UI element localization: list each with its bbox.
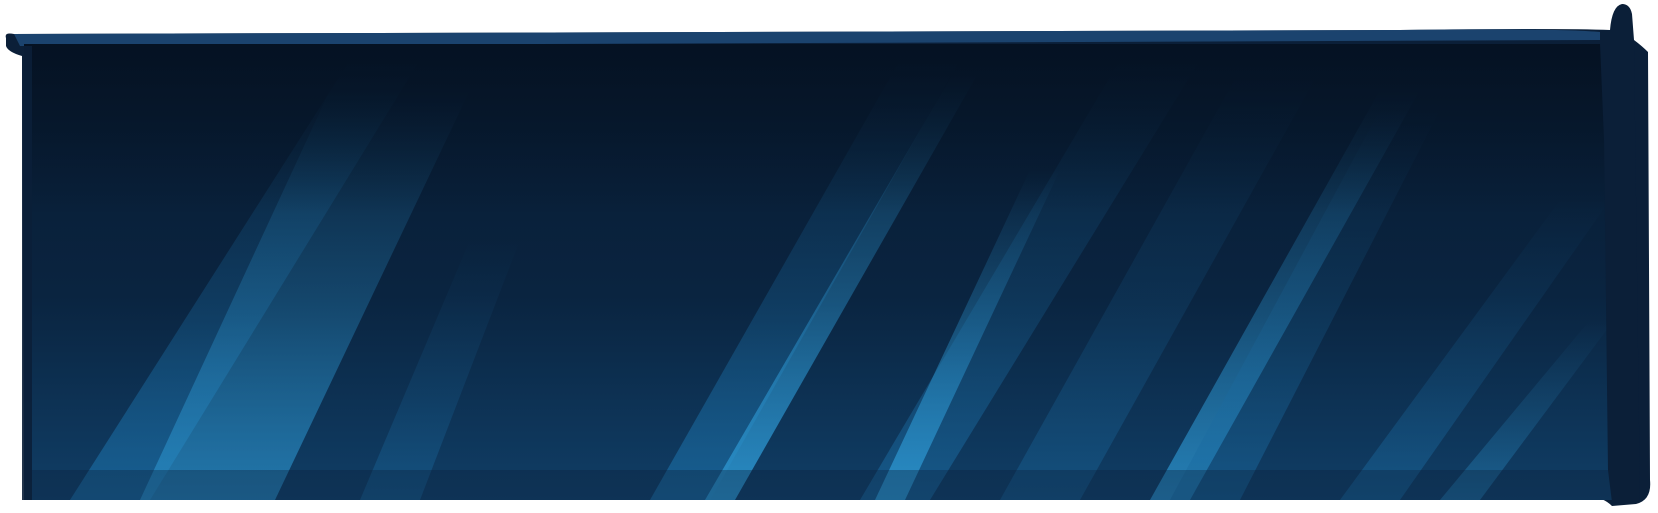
panel-background [24, 44, 1614, 500]
banner-stage [0, 0, 1658, 513]
banner-panel [5, 4, 1651, 506]
panel-left-edge [22, 46, 32, 500]
